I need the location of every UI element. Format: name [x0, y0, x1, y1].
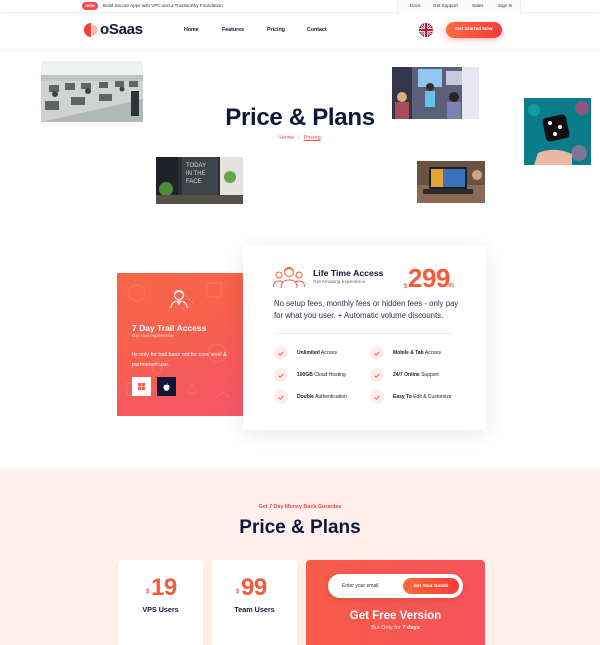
plan-name: VPS Users: [142, 605, 179, 614]
feature-bold: 24/7 Online: [393, 372, 420, 378]
check-icon: [274, 346, 288, 360]
uk-flag-icon[interactable]: [419, 23, 433, 37]
trial-description: Its only for trail base not for core lev…: [132, 352, 227, 368]
nav-contact[interactable]: Contact: [307, 27, 327, 33]
lifetime-description: No setup fees, monthly fees or hidden fe…: [274, 299, 459, 320]
lifetime-title: Life Time Access: [313, 268, 384, 278]
get-started-button[interactable]: Get Started Now: [446, 22, 502, 38]
feature-bold: Easy To: [393, 394, 412, 400]
feature-bold: Unlimited: [297, 350, 320, 356]
site-header: oSaas Home Features Pricing Contact Get …: [0, 13, 600, 49]
dice-photo: [524, 98, 591, 165]
announcement-text[interactable]: Build Secure Apps with VPC and a Trustwo…: [103, 3, 223, 8]
check-icon: [370, 368, 384, 382]
svg-text:TODAY: TODAY: [186, 163, 206, 169]
plan-card-vps[interactable]: $ 19 VPS Users: [118, 560, 203, 645]
office-photo: [41, 61, 143, 122]
get-goods-button[interactable]: Get Your Goods: [403, 578, 459, 594]
feature-text: Support: [419, 372, 439, 378]
plan-price: 19: [151, 574, 177, 601]
feature-bold: 100GB: [297, 372, 313, 378]
windows-download-button[interactable]: [132, 377, 151, 396]
nav-features[interactable]: Features: [222, 27, 244, 33]
plan-card-team[interactable]: $ 99 Team Users: [212, 560, 297, 645]
windows-icon: [138, 383, 145, 390]
page-title: Price & Plans: [225, 104, 375, 131]
lifetime-card: Life Time Access Get Amazing experience …: [243, 246, 486, 430]
top-link-support[interactable]: Get Support: [433, 3, 458, 8]
user-avatar-icon: [170, 289, 188, 309]
logo-text[interactable]: oSaas: [100, 21, 143, 38]
section-kicker: Get 7 Day Money Back Gurantee: [258, 504, 342, 510]
announcement-bar: NEW Build Secure Apps with VPC and a Tru…: [0, 0, 600, 13]
feature-text: Access: [319, 350, 338, 356]
cafe-photo: TODAY IN THE FACE: [156, 157, 243, 204]
plan-name: Team Users: [234, 605, 275, 614]
trial-card: 7 Day Trail Access Get trail experience …: [117, 273, 243, 416]
breadcrumb: Home | Pricing: [250, 135, 350, 141]
breadcrumb-home[interactable]: Home: [279, 135, 294, 141]
price-cents: .00: [447, 283, 454, 289]
apple-download-button[interactable]: [157, 377, 176, 396]
free-sub-prefix: But Only for: [371, 625, 403, 631]
feature-text: Authentication: [313, 394, 347, 400]
top-link-docs[interactable]: Docs: [410, 3, 420, 8]
feature-text: Cloud Hosting: [312, 372, 346, 378]
check-icon: [274, 368, 288, 382]
svg-text:FACE: FACE: [186, 179, 202, 185]
top-link-sales[interactable]: Sales: [472, 3, 484, 8]
check-icon: [370, 390, 384, 404]
top-link-signin[interactable]: Sign In: [498, 3, 512, 8]
trial-subtitle: Get trail experience: [132, 334, 174, 339]
feature-item: 24/7 Online Support: [370, 368, 439, 382]
feature-item: Double Authentication: [274, 390, 347, 404]
divider: [274, 333, 452, 334]
svg-text:IN THE: IN THE: [186, 171, 206, 177]
check-icon: [274, 390, 288, 404]
apple-icon: [163, 382, 170, 391]
logo-icon[interactable]: [83, 22, 99, 38]
top-links: Docs Get Support Sales Sign In: [397, 0, 521, 13]
lifetime-subtitle: Get Amazing experience: [313, 280, 366, 285]
section-title: Price & Plans: [239, 517, 361, 538]
feature-item: Easy To Edit & Customize: [370, 390, 452, 404]
feature-text: Access: [423, 350, 441, 356]
email-input[interactable]: [342, 580, 402, 592]
breadcrumb-separator: |: [298, 135, 300, 141]
nav-home[interactable]: Home: [184, 27, 199, 33]
check-icon: [370, 346, 384, 360]
laptop-desk-photo: [417, 161, 485, 203]
free-version-subtitle: But Only for 7 days: [306, 625, 485, 631]
feature-bold: Mobile & Tab: [393, 350, 424, 356]
feature-item: Unlimited Access: [274, 346, 337, 360]
free-version-title: Get Free Version: [349, 610, 442, 622]
email-form: Get Your Goods: [328, 574, 463, 598]
feature-item: Mobile & Tab Access: [370, 346, 441, 360]
breadcrumb-current[interactable]: Pricing: [304, 135, 321, 141]
feature-bold: Double: [297, 394, 314, 400]
lifetime-price: 299: [408, 263, 450, 293]
price-currency: $: [404, 284, 408, 290]
nav-pricing[interactable]: Pricing: [267, 27, 285, 33]
plans-section: Get 7 Day Money Back Gurantee Price & Pl…: [0, 468, 600, 645]
presentation-photo: [392, 67, 479, 119]
plan-price: 99: [241, 574, 267, 601]
team-icon: [273, 267, 305, 289]
feature-item: 100GB Cloud Hosting: [274, 368, 346, 382]
free-sub-days: 7 days: [402, 625, 420, 631]
new-badge: NEW: [82, 2, 98, 10]
plan-currency: $: [236, 589, 240, 595]
trial-title: 7 Day Trail Access: [132, 323, 207, 333]
free-version-card: Get Your Goods Get Free Version But Only…: [306, 560, 485, 645]
feature-text: Edit & Customize: [411, 394, 452, 400]
plan-currency: $: [146, 589, 150, 595]
